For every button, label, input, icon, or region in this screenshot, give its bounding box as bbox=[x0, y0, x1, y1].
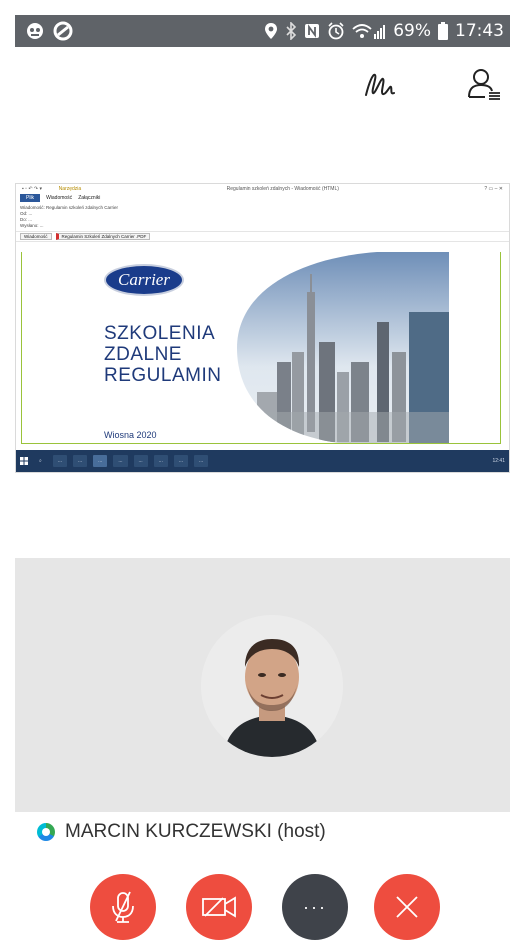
status-left bbox=[25, 21, 73, 41]
email-meta: Wiadomość: Regulamin szkoleń zdalnych Ca… bbox=[16, 202, 509, 232]
ribbon-tab-file[interactable]: Plik bbox=[20, 194, 41, 202]
status-bar: 69% 17:43 bbox=[15, 15, 510, 47]
attachments-row: Wiadomość Regulamin Szkoleń Zdalnych Car… bbox=[16, 232, 509, 242]
city-skyline-image bbox=[237, 252, 449, 443]
mute-button[interactable] bbox=[90, 874, 156, 940]
battery-percent: 69% bbox=[393, 21, 431, 41]
taskbar-item[interactable]: ... bbox=[153, 455, 168, 467]
taskbar-item[interactable]: ... bbox=[72, 455, 88, 467]
battery-icon bbox=[438, 22, 448, 40]
window-title: Regulamin szkoleń zdalnych - Wiadomość (… bbox=[226, 186, 339, 192]
participant-name: MARCIN KURCZEWSKI (host) bbox=[65, 821, 326, 842]
taskbar-item[interactable]: ... bbox=[52, 455, 67, 467]
participant-avatar bbox=[201, 615, 343, 757]
notification-app-icon bbox=[27, 23, 43, 39]
webex-host-icon bbox=[37, 823, 55, 841]
annotate-button[interactable] bbox=[362, 64, 402, 104]
window-controls-left: ▪ ▫ ↶ ↷ ▾ Narzędzia bbox=[22, 186, 82, 192]
windows-taskbar: ⌕ ... ... ... ... ... ... ... ... 12:41 bbox=[16, 450, 509, 472]
window-controls-right: ? ▭ – ✕ bbox=[484, 186, 503, 192]
sync-icon bbox=[53, 21, 73, 41]
video-off-icon bbox=[202, 896, 236, 918]
attachment-pdf[interactable]: Regulamin Szkoleń Zdalnych Carrier .PDF bbox=[55, 233, 151, 240]
attachment-message[interactable]: Wiadomość bbox=[20, 233, 52, 240]
shared-screen[interactable]: ▪ ▫ ↶ ↷ ▾ Narzędzia Regulamin szkoleń zd… bbox=[15, 183, 510, 473]
taskbar-search-icon[interactable]: ⌕ bbox=[34, 455, 47, 467]
wifi-signal-icon bbox=[352, 24, 386, 39]
taskbar-item[interactable]: ... bbox=[194, 455, 209, 467]
slide-date: Wiosna 2020 bbox=[104, 430, 157, 440]
slide-title: SZKOLENIA ZDALNE REGULAMIN bbox=[104, 323, 222, 386]
taskbar-item[interactable]: ... bbox=[93, 455, 108, 467]
bluetooth-icon bbox=[286, 22, 297, 40]
taskbar-clock: 12:41 bbox=[492, 458, 505, 464]
leave-meeting-button[interactable] bbox=[374, 874, 440, 940]
participants-button[interactable] bbox=[464, 64, 504, 104]
participant-name-bar: MARCIN KURCZEWSKI (host) bbox=[15, 812, 510, 852]
alarm-icon bbox=[328, 22, 344, 40]
nfc-icon bbox=[305, 24, 320, 38]
taskbar-item[interactable]: ... bbox=[173, 455, 189, 467]
participant-video-area[interactable] bbox=[15, 558, 510, 812]
video-button[interactable] bbox=[186, 874, 252, 940]
participants-list-icon bbox=[468, 69, 500, 100]
windows-start-icon[interactable] bbox=[20, 457, 28, 465]
more-options-label: ··· bbox=[303, 896, 327, 917]
carrier-logo: Carrier bbox=[104, 264, 184, 296]
taskbar-item[interactable]: ... bbox=[113, 455, 128, 467]
status-right: 69% 17:43 bbox=[264, 21, 504, 41]
more-options-button[interactable]: ··· bbox=[282, 874, 348, 940]
avatar-portrait bbox=[201, 615, 343, 757]
presentation-slide: Carrier SZKOLENIA ZDALNE REGULAMIN Wiosn… bbox=[21, 252, 501, 444]
close-icon bbox=[396, 896, 418, 918]
taskbar-item[interactable]: ... bbox=[133, 455, 148, 467]
ribbon-tab-message[interactable]: Wiadomość bbox=[46, 195, 72, 201]
ribbon-tab-attachments[interactable]: Załączniki bbox=[78, 195, 100, 201]
mic-off-icon bbox=[112, 891, 134, 923]
location-icon bbox=[265, 23, 278, 39]
ribbon-tabs: Plik Wiadomość Załączniki bbox=[16, 194, 509, 202]
status-time: 17:43 bbox=[455, 21, 504, 41]
signature-icon bbox=[365, 73, 395, 96]
email-window-titlebar: ▪ ▫ ↶ ↷ ▾ Narzędzia Regulamin szkoleń zd… bbox=[16, 184, 509, 194]
